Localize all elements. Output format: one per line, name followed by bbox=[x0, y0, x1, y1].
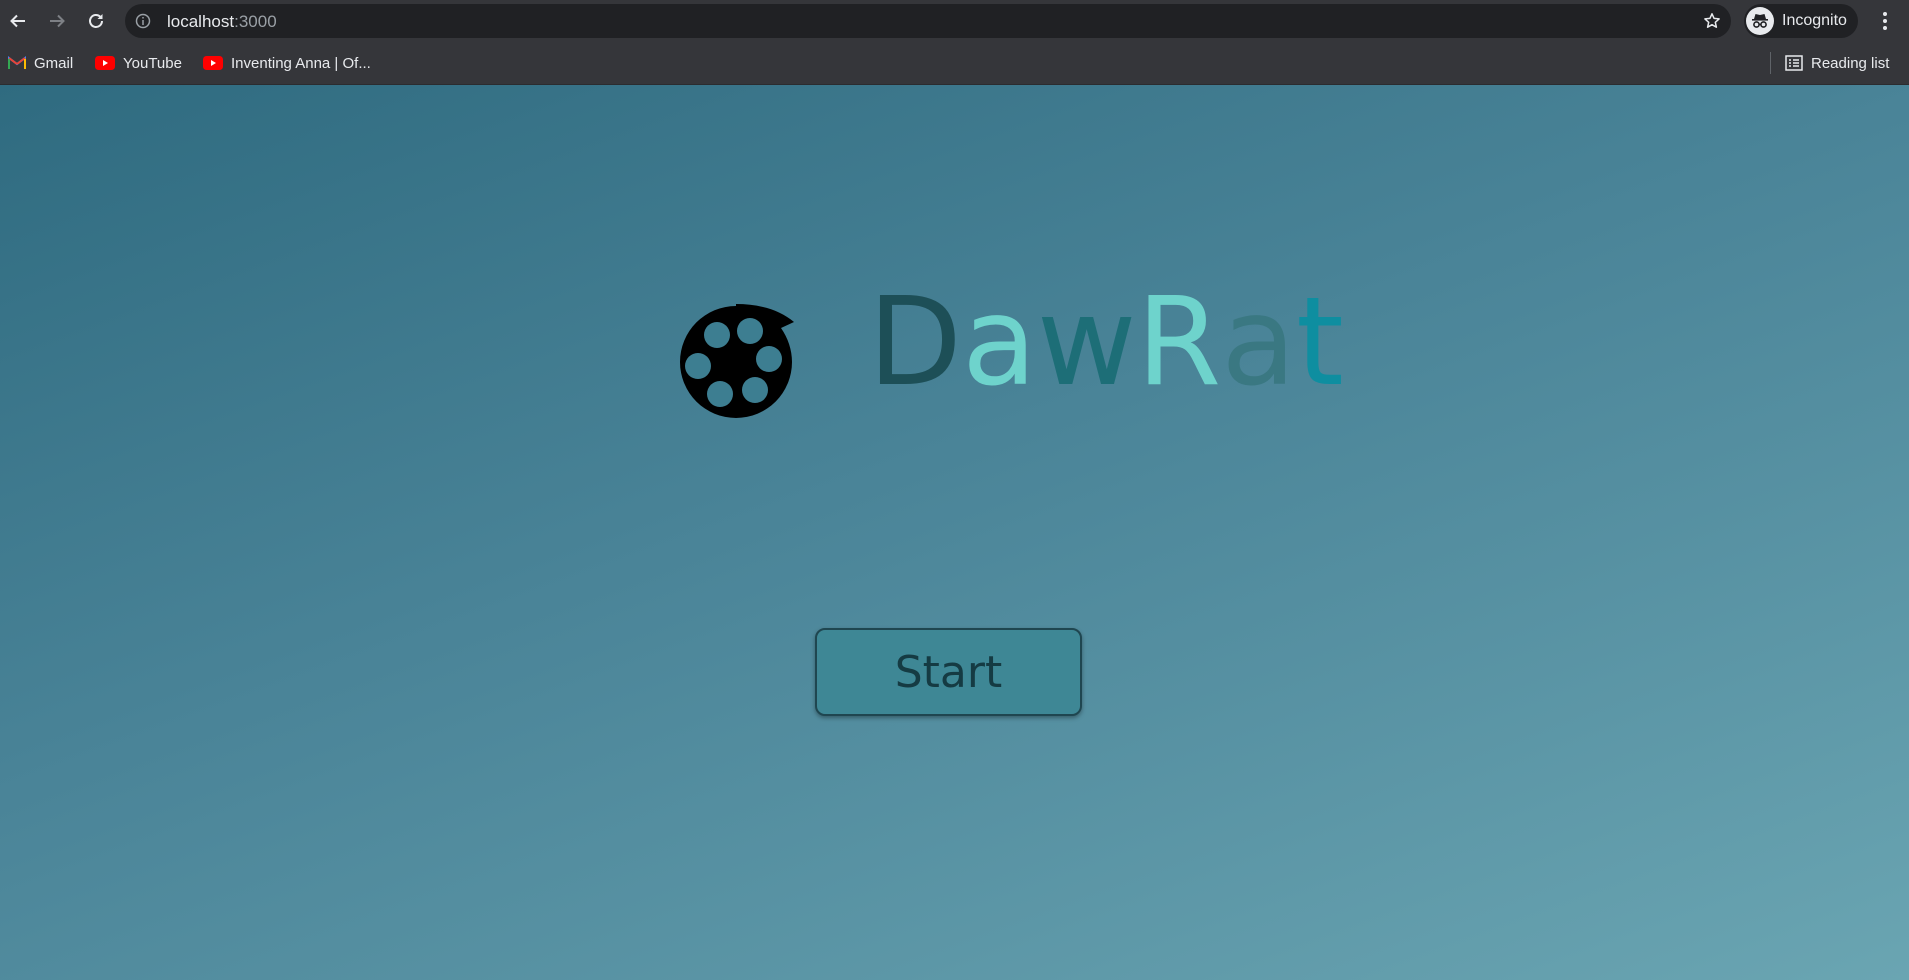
page-viewport: D a w R a t Start bbox=[0, 85, 1909, 980]
url-text: localhost:3000 bbox=[167, 12, 277, 32]
forward-button[interactable] bbox=[41, 5, 73, 37]
bookmark-label: YouTube bbox=[123, 54, 182, 72]
bookmark-inventing-anna[interactable]: Inventing Anna | Of... bbox=[203, 51, 371, 75]
incognito-profile-button[interactable]: Incognito bbox=[1744, 4, 1858, 38]
browser-toolbar: localhost:3000 Incognito bbox=[0, 0, 1909, 42]
brand-letter: D bbox=[868, 271, 962, 413]
url-host: localhost bbox=[167, 12, 235, 31]
brand-letter: a bbox=[1221, 271, 1297, 413]
brand-letter: R bbox=[1136, 271, 1222, 413]
reading-list-button[interactable]: Reading list bbox=[1785, 51, 1889, 75]
url-port: :3000 bbox=[234, 12, 277, 31]
start-button[interactable]: Start bbox=[815, 628, 1082, 716]
brand-letter: t bbox=[1296, 271, 1344, 413]
arrow-left-icon bbox=[9, 12, 27, 30]
more-vert-icon bbox=[1882, 11, 1888, 31]
bookmark-star-icon[interactable] bbox=[1703, 12, 1721, 35]
arrow-right-icon bbox=[48, 12, 66, 30]
bookmark-label: Gmail bbox=[34, 54, 74, 72]
film-reel-logo-icon bbox=[674, 300, 798, 424]
youtube-icon bbox=[95, 56, 115, 70]
bookmark-gmail[interactable]: Gmail bbox=[8, 51, 73, 75]
browser-menu-button[interactable] bbox=[1869, 5, 1901, 37]
incognito-icon bbox=[1746, 7, 1774, 35]
back-button[interactable] bbox=[2, 5, 34, 37]
reading-list-icon bbox=[1785, 55, 1803, 71]
info-icon[interactable] bbox=[135, 13, 151, 34]
bookmarks-bar: Gmail YouTube Inventing Anna | Of... Rea… bbox=[0, 42, 1909, 85]
bookmark-label: Inventing Anna | Of... bbox=[231, 54, 371, 72]
brand-letter: w bbox=[1036, 271, 1137, 413]
address-bar[interactable]: localhost:3000 bbox=[125, 4, 1731, 38]
bookmark-youtube[interactable]: YouTube bbox=[95, 51, 182, 75]
reload-button[interactable] bbox=[80, 5, 112, 37]
brand-letter: a bbox=[961, 271, 1037, 413]
bookmarks-divider bbox=[1770, 52, 1771, 74]
brand-title: D a w R a t bbox=[868, 281, 1344, 403]
reload-icon bbox=[87, 12, 105, 30]
incognito-label: Incognito bbox=[1782, 12, 1847, 29]
youtube-icon bbox=[203, 56, 223, 70]
gmail-icon bbox=[8, 56, 26, 70]
browser-window: localhost:3000 Incognito Gmail YouTube I… bbox=[0, 0, 1909, 980]
reading-list-label: Reading list bbox=[1811, 54, 1890, 72]
